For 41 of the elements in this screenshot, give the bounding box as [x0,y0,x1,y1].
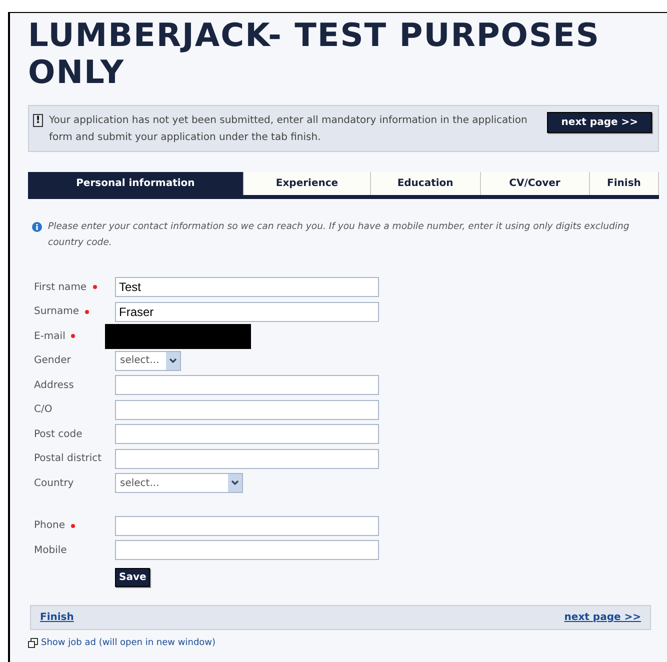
info-icon [32,222,42,232]
text-field[interactable] [115,516,379,536]
field-label: Gender [34,355,71,366]
dropdown-value: select... [120,355,160,366]
caret-icon [228,474,242,492]
dropdown-value: select... [120,478,160,489]
tab[interactable]: Personal information [28,172,244,195]
show-job-ad-link[interactable]: Show job ad (will open in new window) [41,638,216,648]
finish-link[interactable]: Finish [40,612,74,622]
next-page-button[interactable]: next page >> [547,112,652,133]
save-button[interactable]: Save [115,568,150,586]
tab[interactable]: Finish [590,172,659,195]
warning-icon: ! [33,114,43,127]
field-label: Post code [34,428,82,440]
next-page-link[interactable]: next page >> [564,612,641,622]
field-label: Country [34,478,74,489]
new-window-icon [28,638,38,648]
text-field[interactable] [115,424,379,444]
field-label: First name [34,282,87,293]
tab[interactable]: Education [371,172,481,195]
dropdown[interactable]: select... [115,473,243,494]
field-label: Postal district [34,453,102,464]
text-field[interactable]: Fraser [115,302,379,322]
field-label: Address [34,380,74,391]
field-label: Phone [34,520,65,532]
dropdown[interactable]: select... [115,350,181,371]
text-field[interactable] [115,375,379,396]
text-field[interactable] [115,400,379,420]
caret-icon [166,352,180,370]
field-label: E-mail [34,330,66,342]
text-field[interactable] [115,540,379,560]
field-label: C/O [34,404,52,416]
page-title: LUMBERJACK- TEST PURPOSES ONLY [28,17,601,91]
info-text: Please enter your contact information so we can reach you. If you have a mobile number, enter it using only digits excluding country code. [48,220,630,250]
tab[interactable]: Experience [244,172,372,195]
text-field[interactable] [115,448,379,469]
field-label: Surname [34,306,79,318]
text-field[interactable]: Test [115,277,379,298]
tab[interactable]: CV/Cover [480,172,590,195]
notice-text: Your application has not yet been submitted, enter all mandatory information in the application form and submit your application under the tab finish. [49,114,528,145]
field-label: Mobile [34,544,67,556]
